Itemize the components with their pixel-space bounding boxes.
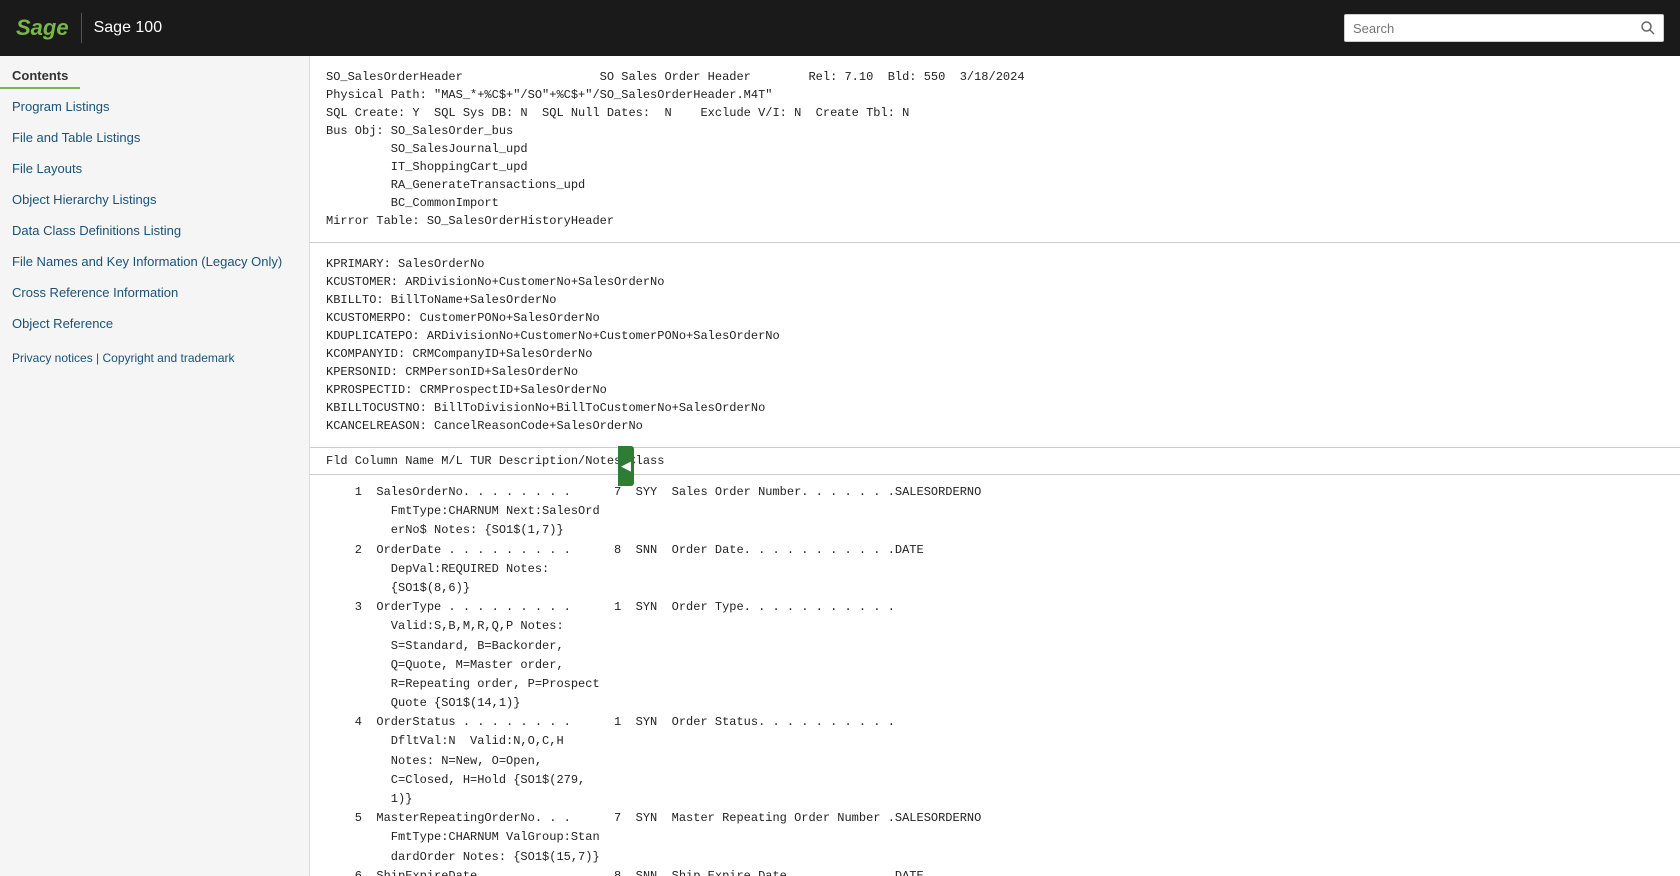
table-column-header: Fld Column Name M/L TUR Description/Note…	[310, 448, 1680, 475]
sidebar-toggle[interactable]: ◀	[618, 446, 634, 486]
sidebar-item-object-reference[interactable]: Object Reference	[0, 308, 309, 339]
file-header-section: SO_SalesOrderHeader SO Sales Order Heade…	[310, 56, 1680, 243]
sage-logo: Sage	[16, 15, 69, 41]
contents-label: Contents	[0, 60, 80, 89]
search-button[interactable]	[1635, 17, 1661, 39]
sidebar-item-data-class-definitions[interactable]: Data Class Definitions Listing	[0, 215, 309, 246]
search-input[interactable]	[1345, 17, 1635, 40]
content-wrapper: ◀ SO_SalesOrderHeader SO Sales Order Hea…	[310, 56, 1680, 876]
search-box[interactable]	[1344, 14, 1664, 42]
app-header: Sage Sage 100	[0, 0, 1680, 56]
sidebar-item-file-names-key[interactable]: File Names and Key Information (Legacy O…	[0, 246, 309, 277]
header-divider	[81, 13, 82, 43]
logo-group: Sage Sage 100	[16, 13, 162, 43]
sidebar-item-program-listings[interactable]: Program Listings	[0, 91, 309, 122]
sidebar: Contents Program ListingsFile and Table …	[0, 56, 310, 876]
key-definitions-text: KPRIMARY: SalesOrderNo KCUSTOMER: ARDivi…	[326, 255, 1664, 435]
sidebar-item-cross-reference[interactable]: Cross Reference Information	[0, 277, 309, 308]
app-title: Sage 100	[94, 19, 163, 37]
page-layout: Contents Program ListingsFile and Table …	[0, 56, 1680, 876]
key-definitions-section: KPRIMARY: SalesOrderNo KCUSTOMER: ARDivi…	[310, 243, 1680, 448]
sidebar-item-file-table-listings[interactable]: File and Table Listings	[0, 122, 309, 153]
file-header-text: SO_SalesOrderHeader SO Sales Order Heade…	[326, 68, 1664, 230]
sidebar-item-object-hierarchy[interactable]: Object Hierarchy Listings	[0, 184, 309, 215]
sidebar-item-file-layouts[interactable]: File Layouts	[0, 153, 309, 184]
sidebar-nav: Program ListingsFile and Table ListingsF…	[0, 91, 309, 339]
main-content: SO_SalesOrderHeader SO Sales Order Heade…	[310, 56, 1680, 876]
privacy-footer[interactable]: Privacy notices | Copyright and trademar…	[0, 339, 309, 377]
records-container: 1 SalesOrderNo. . . . . . . . 7 SYY Sale…	[310, 475, 1680, 876]
